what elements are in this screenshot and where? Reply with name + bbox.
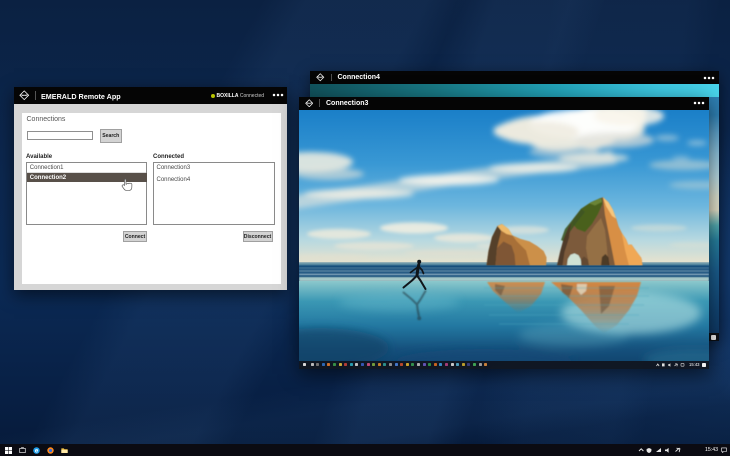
svg-text:e: e xyxy=(34,447,38,453)
